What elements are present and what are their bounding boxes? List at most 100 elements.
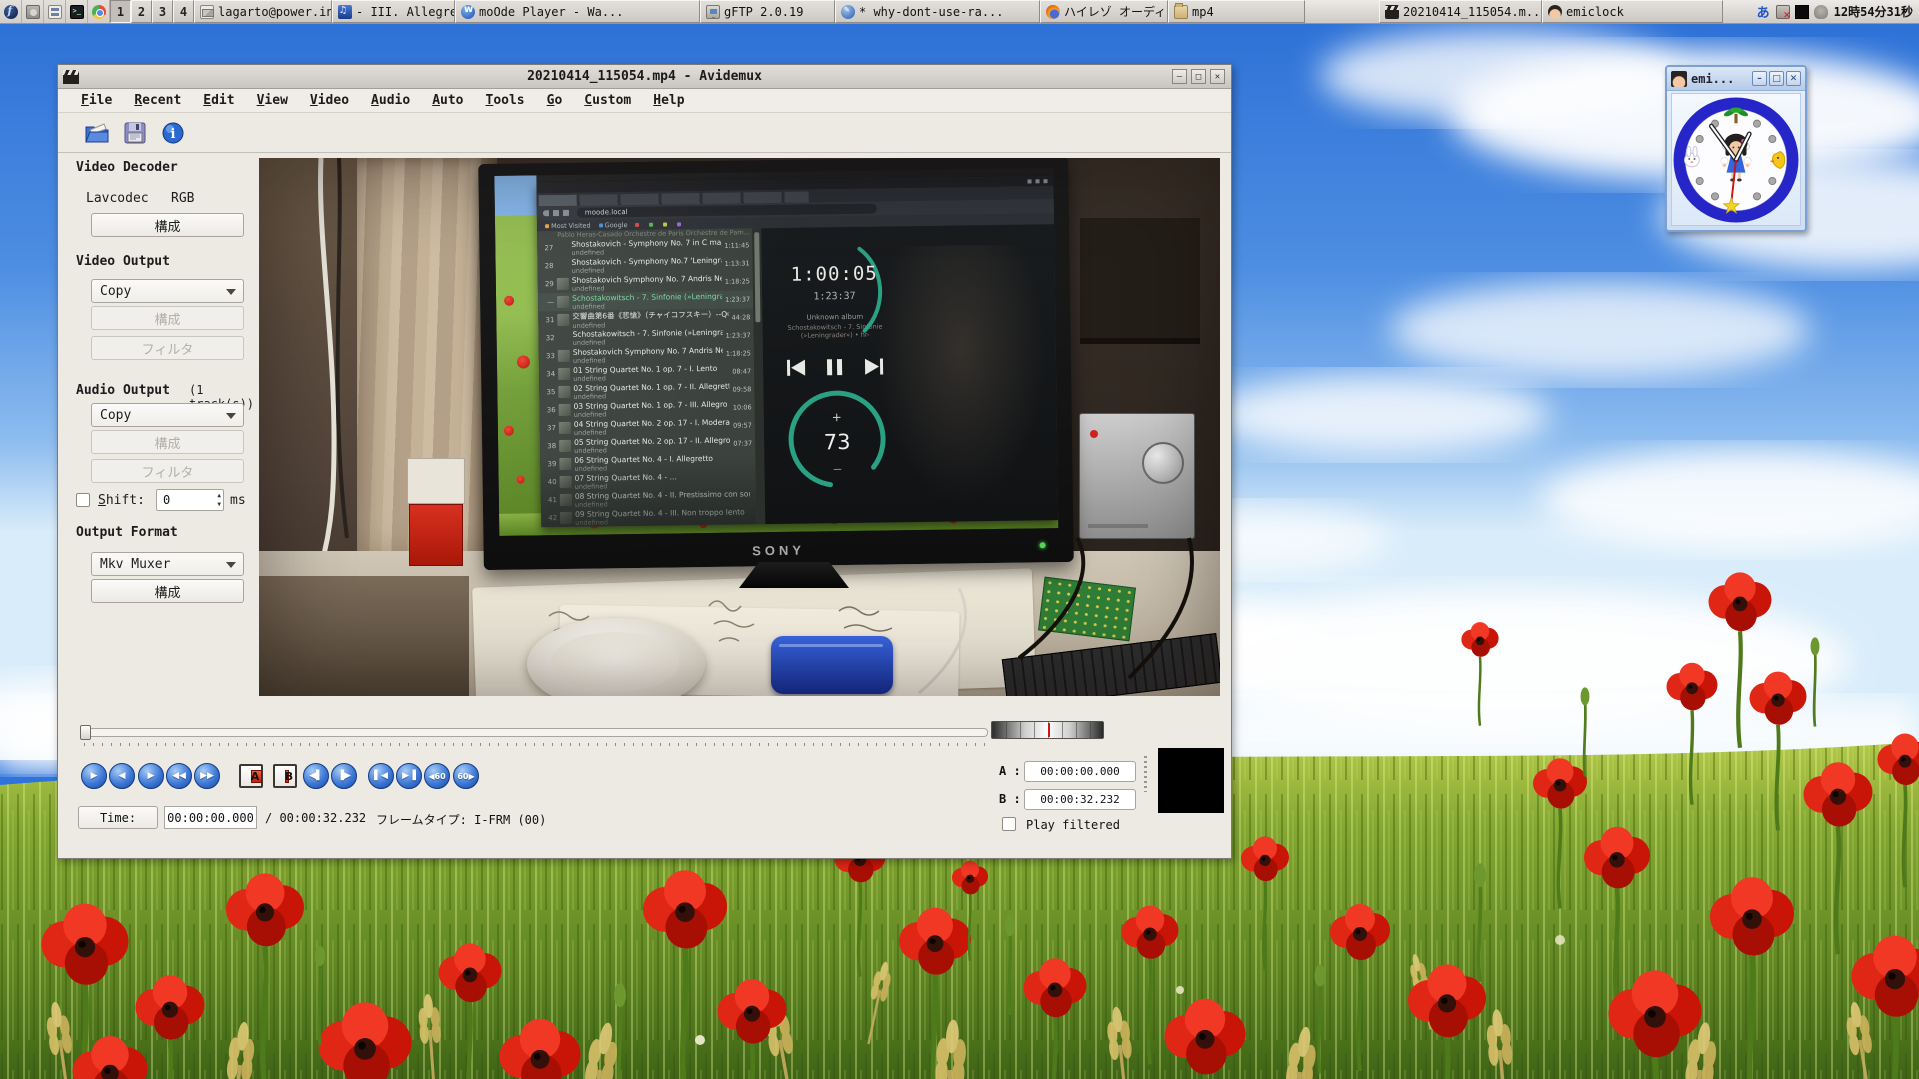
seek-forward-button[interactable]: ▶ — [138, 763, 164, 789]
fast-forward-button[interactable]: ▶▶ — [194, 763, 220, 789]
ime-indicator[interactable]: あ — [1757, 2, 1770, 21]
monitor-power-led — [1040, 542, 1046, 548]
menu-item[interactable]: Video — [299, 91, 360, 110]
menu-item[interactable]: Audio — [360, 91, 421, 110]
task-label: * why-dont-use-ra... — [859, 5, 1004, 19]
spinner-arrows-icon[interactable]: ▲▼ — [217, 491, 221, 509]
tray-icon[interactable] — [1814, 5, 1828, 19]
menu-item[interactable]: View — [246, 91, 299, 110]
task-button[interactable]: mp4 — [1168, 0, 1305, 23]
launcher-button[interactable] — [88, 0, 110, 23]
workspace-button[interactable]: 3 — [152, 0, 173, 23]
photo-circuit-board — [1038, 577, 1136, 642]
video-filter-button[interactable]: フィルタ — [91, 336, 244, 360]
launcher-button[interactable] — [66, 0, 88, 23]
toolbar: i — [58, 113, 1231, 153]
format-configure-button[interactable]: 構成 — [91, 579, 244, 603]
menu-item[interactable]: Go — [536, 91, 574, 110]
task-button[interactable]: 20210414_115054.m... — [1379, 0, 1542, 23]
menu-item[interactable]: Recent — [123, 91, 192, 110]
task-button[interactable]: emiclock — [1542, 0, 1723, 23]
task-icon — [1548, 5, 1562, 19]
shift-value-field[interactable]: 0 ▲▼ — [156, 489, 224, 511]
shift-value: 0 — [163, 493, 170, 507]
output-format-select[interactable]: Mkv Muxer — [91, 552, 244, 576]
workspace-button[interactable]: 4 — [173, 0, 194, 23]
fwd-60s-button[interactable]: 60▶ — [453, 763, 479, 789]
task-button[interactable]: gFTP 2.0.19 — [700, 0, 835, 23]
seek-back-button[interactable]: ◀ — [109, 763, 135, 789]
next-frame-button[interactable]: ▐▶ — [331, 763, 357, 789]
emiclock-control-button[interactable]: □ — [1769, 71, 1784, 86]
play-button[interactable]: ▶ — [81, 763, 107, 789]
video-output-value: Copy — [100, 284, 131, 299]
task-button[interactable]: ハイレゾ オーディ... — [1040, 0, 1168, 23]
time-field[interactable]: 00:00:00.000 — [164, 806, 257, 829]
next-keyframe-button[interactable]: ▶▐ — [396, 763, 422, 789]
shift-checkbox[interactable] — [76, 493, 90, 507]
workspace-button[interactable]: 2 — [131, 0, 152, 23]
back-60s-button[interactable]: ◀60 — [424, 763, 450, 789]
menu-item[interactable]: Tools — [475, 91, 536, 110]
audio-filter-button[interactable]: フィルタ — [91, 459, 244, 483]
video-output-select[interactable]: Copy — [91, 279, 244, 303]
launcher-group — [0, 0, 110, 23]
task-button[interactable]: moOde Player - Wa... — [455, 0, 700, 23]
fast-forward-button-glyph: ▶▶ — [200, 771, 214, 781]
task-button[interactable]: * why-dont-use-ra... — [835, 0, 1040, 23]
task-label: emiclock — [1566, 5, 1624, 19]
timeline-handle[interactable] — [80, 725, 91, 740]
video-decoder-heading: Video Decoder — [76, 160, 178, 175]
tray-icon[interactable] — [1776, 5, 1790, 19]
save-file-button[interactable] — [120, 118, 150, 148]
launcher-button[interactable] — [0, 0, 22, 23]
window-control-button[interactable]: ✕ — [1210, 69, 1225, 84]
video-configure-button[interactable]: 構成 — [91, 306, 244, 330]
open-file-button[interactable] — [82, 118, 112, 148]
timeline-slider[interactable] — [82, 728, 988, 737]
task-label: ハイレゾ オーディ... — [1064, 3, 1168, 20]
jog-shuttle-wheel[interactable] — [991, 721, 1104, 739]
tray-icon[interactable] — [1795, 5, 1809, 19]
window-control-button[interactable]: – — [1172, 69, 1187, 84]
marker-a-field[interactable]: 00:00:00.000 — [1024, 761, 1136, 782]
time-button[interactable]: Time: — [78, 806, 158, 829]
taskbar-clock: 12時54分31秒 — [1834, 3, 1913, 20]
system-tray: あ 12時54分31秒 — [1751, 0, 1919, 23]
resize-gripper[interactable] — [1144, 756, 1147, 792]
menu-item[interactable]: Edit — [192, 91, 245, 110]
workspace-label: 2 — [138, 5, 145, 19]
menu-item[interactable]: Auto — [421, 91, 474, 110]
mark-a-button[interactable]: A — [239, 764, 263, 788]
video-decoder-configure-button[interactable]: 構成 — [91, 213, 244, 237]
preview-box — [1158, 748, 1224, 813]
info-button[interactable]: i — [158, 118, 188, 148]
play-filtered-checkbox[interactable] — [1002, 817, 1016, 831]
rewind-button[interactable]: ◀◀ — [166, 763, 192, 789]
marker-b-field[interactable]: 00:00:32.232 — [1024, 789, 1136, 810]
task-button[interactable]: lagarto@power.int... — [194, 0, 332, 23]
workspace-button[interactable]: 1 — [110, 0, 131, 23]
menu-item[interactable]: File — [70, 91, 123, 110]
decoder-colorspace: RGB — [171, 191, 194, 206]
workspace-switcher: 1 2 3 4 — [110, 0, 194, 23]
mark-b-button[interactable]: B — [273, 764, 297, 788]
window-control-button[interactable]: □ — [1191, 69, 1206, 84]
next-keyframe-button-glyph: ▶▐ — [402, 771, 416, 781]
task-button[interactable]: - III. Allegretto... — [332, 0, 455, 23]
menu-item[interactable]: Custom — [573, 91, 642, 110]
prev-keyframe-button-glyph: ▌◀ — [374, 771, 388, 781]
launcher-button[interactable] — [44, 0, 66, 23]
prev-frame-button[interactable]: ◀▌ — [303, 763, 329, 789]
emiclock-control-button[interactable]: – — [1752, 71, 1767, 86]
launcher-button[interactable] — [22, 0, 44, 23]
task-icon — [841, 5, 855, 19]
avidemux-app-icon — [63, 70, 79, 84]
menu-item[interactable]: Help — [642, 91, 695, 110]
prev-keyframe-button[interactable]: ▌◀ — [368, 763, 394, 789]
audio-configure-button[interactable]: 構成 — [91, 430, 244, 454]
seek-back-button-glyph: ◀ — [119, 771, 126, 781]
emiclock-control-button[interactable]: ✕ — [1786, 71, 1801, 86]
audio-output-select[interactable]: Copy — [91, 403, 244, 427]
task-icon — [706, 5, 720, 19]
